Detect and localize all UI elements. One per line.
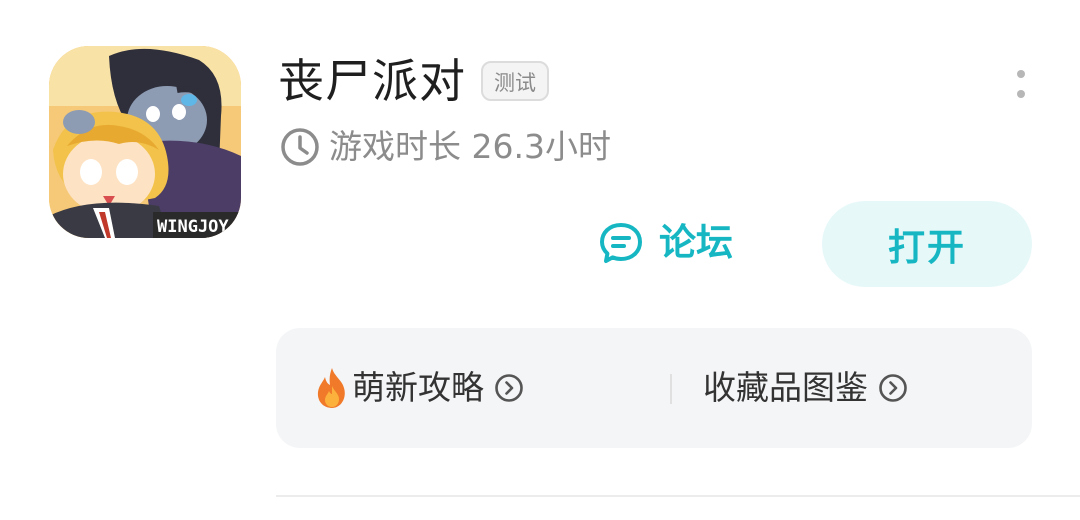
clock-icon	[280, 127, 320, 167]
fire-icon	[312, 366, 352, 410]
test-status-badge: 测试	[481, 61, 549, 101]
more-dot-icon	[1017, 90, 1025, 98]
quick-links-divider	[670, 374, 672, 404]
quick-link-label: 收藏品图鉴	[703, 368, 868, 407]
open-game-button[interactable]: 打开	[822, 201, 1032, 287]
more-dot-icon	[1017, 70, 1025, 78]
forum-button[interactable]: 论坛	[597, 214, 733, 272]
forum-chat-icon	[597, 219, 645, 267]
quick-link-label: 萌新攻略	[352, 368, 484, 407]
game-list-item: WINGJOY 丧尸派对 测试 游戏时长 26.3小时 论坛 打开 萌新攻略 收…	[0, 0, 1080, 520]
forum-label: 论坛	[659, 221, 733, 264]
more-options-button[interactable]	[1004, 64, 1038, 104]
list-divider	[276, 495, 1080, 497]
game-icon-artwork: WINGJOY	[49, 46, 241, 238]
chevron-circle-right-icon	[878, 373, 908, 403]
quick-link-collection-catalog[interactable]: 收藏品图鉴	[703, 328, 908, 448]
quick-links-card: 萌新攻略 收藏品图鉴	[276, 328, 1032, 448]
game-app-icon[interactable]: WINGJOY	[49, 46, 241, 238]
playtime-row: 游戏时长 26.3小时	[280, 124, 611, 170]
quick-link-beginner-guide[interactable]: 萌新攻略	[312, 328, 524, 448]
chevron-circle-right-icon	[494, 373, 524, 403]
icon-watermark-text: WINGJOY	[157, 217, 229, 237]
game-title[interactable]: 丧尸派对	[278, 52, 466, 110]
playtime-text: 游戏时长 26.3小时	[329, 127, 611, 166]
